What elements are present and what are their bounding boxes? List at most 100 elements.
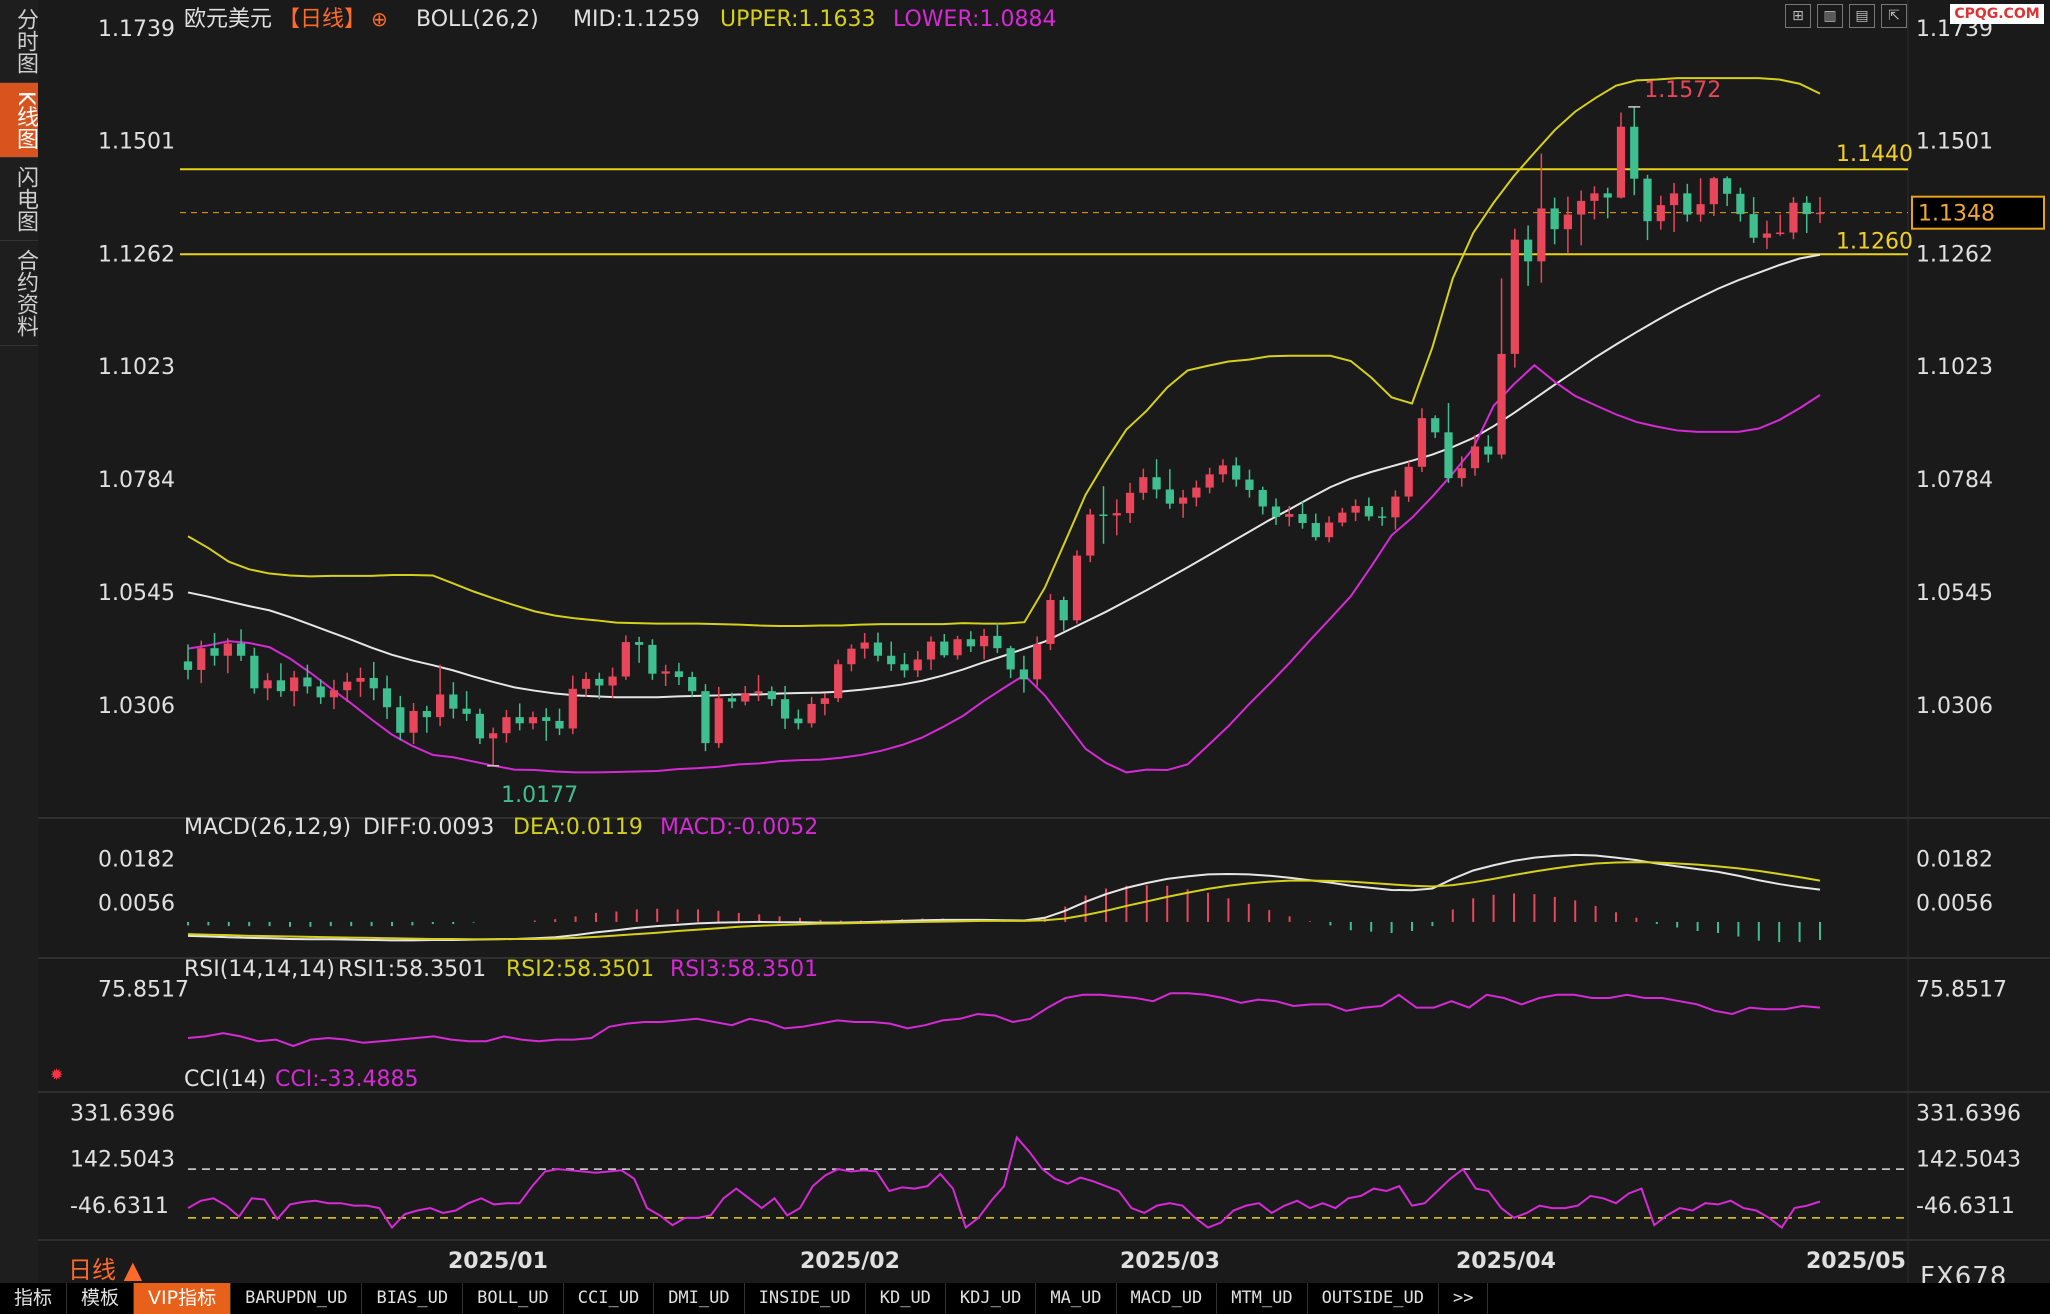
candle-body bbox=[966, 639, 975, 647]
tab-contract-info[interactable]: 合约资料 bbox=[0, 241, 38, 347]
tab-ma[interactable]: MA_UD bbox=[1036, 1283, 1117, 1314]
candle-body bbox=[1404, 466, 1413, 497]
candle-body bbox=[1086, 514, 1095, 556]
tab-macd[interactable]: MACD_UD bbox=[1117, 1283, 1218, 1314]
tab-timeshare[interactable]: 分时图 bbox=[0, 0, 38, 83]
tab-flash[interactable]: 闪电图 bbox=[0, 158, 38, 242]
candle-body bbox=[727, 698, 737, 702]
last-price-value: 1.1348 bbox=[1918, 202, 1995, 227]
candle-body bbox=[1457, 468, 1466, 479]
target-icon[interactable]: ⊕ bbox=[371, 7, 388, 31]
panel-layout-icon[interactable]: ▥ bbox=[1817, 4, 1843, 28]
tab-templates[interactable]: 模板 bbox=[67, 1283, 135, 1314]
candle-body bbox=[276, 680, 285, 692]
candle-body bbox=[767, 691, 776, 700]
x-axis-date-label: 2025/04 bbox=[1456, 1249, 1556, 1274]
candle-body bbox=[1218, 465, 1228, 475]
tab-cci[interactable]: CCI_UD bbox=[564, 1283, 655, 1314]
rsi3-value: RSI3:58.3501 bbox=[670, 957, 818, 982]
macd-axis-label-left: 0.0056 bbox=[98, 891, 175, 916]
candle-body bbox=[1179, 497, 1188, 504]
tab-mtm[interactable]: MTM_UD bbox=[1217, 1283, 1308, 1314]
candle-body bbox=[807, 703, 816, 724]
rsi-axis-label-left: 75.8517 bbox=[98, 978, 189, 1003]
tab-boll[interactable]: BOLL_UD bbox=[463, 1283, 564, 1314]
candle-body bbox=[568, 688, 577, 729]
candle-body bbox=[183, 661, 193, 670]
boll-indicator-name[interactable]: BOLL(26,2) bbox=[416, 7, 539, 32]
candle-body bbox=[595, 678, 604, 686]
candle-body bbox=[1324, 522, 1334, 538]
period-selector[interactable]: 日线 ▲ bbox=[68, 1250, 142, 1285]
candle-body bbox=[1351, 506, 1360, 513]
candle-body bbox=[1630, 126, 1639, 179]
sun-icon[interactable]: ✹ bbox=[50, 1065, 63, 1084]
expand-icon[interactable]: ⇱ bbox=[1881, 4, 1907, 28]
candle-body bbox=[1205, 474, 1214, 488]
candle-body bbox=[794, 718, 803, 724]
candle-body bbox=[648, 644, 657, 674]
boll-upper-value: UPPER:1.1633 bbox=[720, 7, 876, 32]
candle-body bbox=[1577, 200, 1586, 215]
cci-value: CCI:-33.4885 bbox=[275, 1067, 419, 1092]
tab-more[interactable]: >> bbox=[1439, 1283, 1489, 1314]
candle-body bbox=[1338, 512, 1347, 523]
candle-body bbox=[940, 641, 949, 656]
candle-body bbox=[1789, 202, 1798, 233]
candle-body bbox=[223, 643, 232, 656]
candle-body bbox=[661, 671, 670, 674]
cci-axis-label-right: -46.6311 bbox=[1916, 1194, 2015, 1219]
rsi2-value: RSI2:58.3501 bbox=[506, 957, 654, 982]
cci-name[interactable]: CCI(14) bbox=[184, 1067, 266, 1092]
tab-barupdn[interactable]: BARUPDN_UD bbox=[231, 1283, 363, 1314]
tab-inside[interactable]: INSIDE_UD bbox=[745, 1283, 866, 1314]
hline-lower-label: 1.1260 bbox=[1836, 229, 1913, 254]
indicator-tab-bar: 指标 模板 VIP指标 BARUPDN_UD BIAS_UD BOLL_UD C… bbox=[0, 1283, 2050, 1314]
chart-canvas[interactable]: 1.1739 1.17391.1501 1.15011.1262 1.12621.10… bbox=[38, 0, 2050, 1283]
candle-body bbox=[1550, 208, 1559, 230]
candle-body bbox=[1192, 487, 1201, 498]
candle-body bbox=[953, 639, 962, 656]
rsi1-value: RSI1:58.3501 bbox=[338, 957, 486, 982]
candle-body bbox=[435, 694, 445, 718]
candle-body bbox=[1417, 418, 1427, 467]
tab-indicators[interactable]: 指标 bbox=[0, 1283, 68, 1314]
candle-body bbox=[1072, 555, 1082, 621]
candle-body bbox=[515, 717, 524, 724]
candle-body bbox=[1232, 465, 1241, 480]
cci-axis-label-left: 142.5043 bbox=[70, 1148, 175, 1173]
candle-body bbox=[502, 717, 511, 734]
candle-body bbox=[820, 698, 829, 704]
candle-body bbox=[1709, 178, 1718, 205]
rsi-name[interactable]: RSI(14,14,14) bbox=[184, 957, 335, 982]
tab-vip-indicators[interactable]: VIP指标 bbox=[134, 1283, 232, 1314]
candle-body bbox=[1245, 479, 1254, 490]
candle-body bbox=[409, 711, 418, 733]
candle-body bbox=[210, 648, 219, 656]
candle-body bbox=[197, 648, 206, 670]
tab-kline[interactable]: K线图 bbox=[0, 83, 38, 159]
tab-kdj[interactable]: KDJ_UD bbox=[946, 1283, 1037, 1314]
candle-body bbox=[1046, 600, 1055, 644]
candle-body bbox=[1470, 446, 1480, 469]
layout-grid-icon[interactable]: ⊞ bbox=[1785, 4, 1811, 28]
macd-dea: DEA:0.0119 bbox=[513, 815, 643, 840]
tab-bias[interactable]: BIAS_UD bbox=[362, 1283, 464, 1314]
candle-body bbox=[701, 691, 710, 744]
tab-dmi[interactable]: DMI_UD bbox=[654, 1283, 745, 1314]
indicator-layout-icon[interactable]: ▤ bbox=[1849, 4, 1875, 28]
candle-body bbox=[1497, 353, 1506, 455]
candle-body bbox=[1736, 193, 1745, 215]
tab-kd[interactable]: KD_UD bbox=[866, 1283, 946, 1314]
candle-body bbox=[1616, 126, 1626, 198]
tab-outside[interactable]: OUTSIDE_UD bbox=[1308, 1283, 1439, 1314]
candle-body bbox=[847, 648, 856, 665]
candle-body bbox=[873, 642, 883, 656]
hline-upper-label: 1.1440 bbox=[1836, 142, 1913, 167]
candle-body bbox=[1258, 489, 1267, 507]
candle-body bbox=[688, 676, 697, 692]
candle-body bbox=[1391, 496, 1400, 518]
macd-name[interactable]: MACD(26,12,9) bbox=[184, 815, 351, 840]
candle-body bbox=[382, 688, 392, 708]
candle-body bbox=[993, 635, 1002, 649]
